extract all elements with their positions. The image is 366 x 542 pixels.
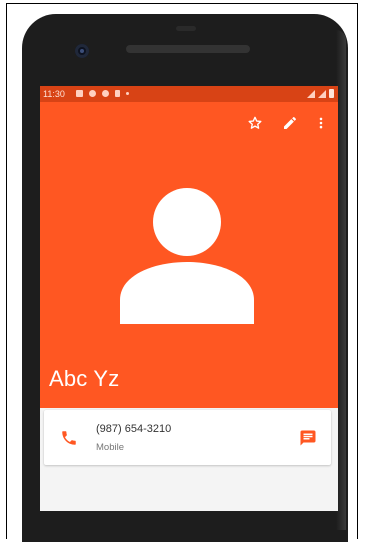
camera-lens — [80, 49, 84, 53]
wifi-signal-icon — [307, 90, 315, 98]
dot-notification-icon — [126, 92, 129, 95]
battery-icon — [329, 89, 334, 98]
page: 11:30 Abc Yz (987) 654-3210 Mobile — [0, 0, 366, 542]
status-notification-icons — [76, 90, 129, 97]
status-system-icons — [307, 89, 334, 98]
phone-number: (987) 654-3210 — [96, 423, 172, 435]
contact-name: Abc Yz — [49, 366, 120, 391]
status-time: 11:30 — [43, 89, 65, 99]
notification-icon — [76, 90, 83, 97]
contact-avatar-icon — [120, 188, 254, 324]
settings-notification-icon — [102, 90, 109, 97]
star-outline-icon[interactable] — [246, 114, 264, 132]
more-vertical-icon[interactable] — [312, 114, 330, 132]
message-icon[interactable] — [299, 429, 317, 447]
status-bar: 11:30 — [40, 86, 338, 102]
settings-notification-icon — [89, 90, 96, 97]
contact-header: Abc Yz — [40, 102, 338, 408]
device-sensor — [176, 26, 196, 31]
device-screen: 11:30 Abc Yz (987) 654-3210 Mobile — [40, 86, 338, 511]
cell-signal-icon — [318, 90, 326, 98]
edit-pencil-icon[interactable] — [281, 114, 299, 132]
phone-icon — [60, 429, 78, 447]
download-notification-icon — [115, 90, 120, 97]
phone-type-label: Mobile — [96, 442, 124, 453]
phone-entry-card[interactable]: (987) 654-3210 Mobile — [44, 410, 331, 465]
earpiece-speaker — [126, 45, 250, 53]
